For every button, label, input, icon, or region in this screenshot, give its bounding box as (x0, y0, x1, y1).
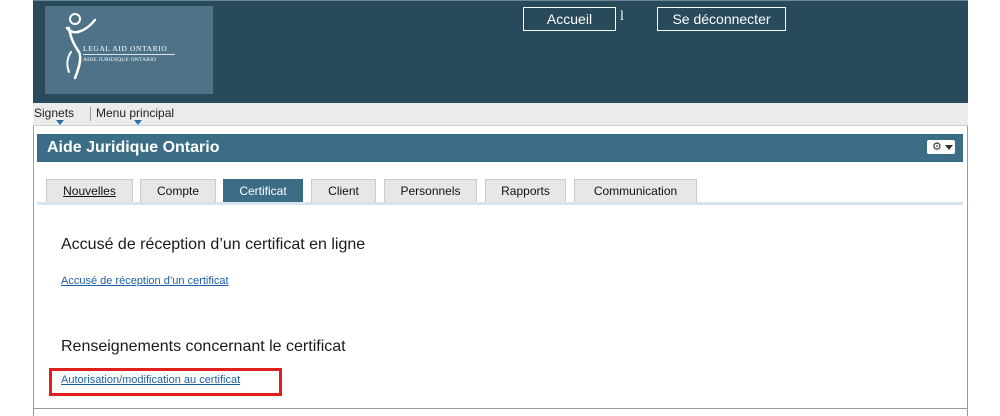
bookmarks-menu[interactable]: Signets (34, 106, 74, 120)
logo-divider (83, 54, 175, 55)
tab-certificat[interactable]: Certificat (223, 179, 303, 202)
tab-label: Client (328, 184, 359, 198)
home-button[interactable]: Accueil (523, 7, 616, 31)
tab-client[interactable]: Client (311, 179, 376, 202)
page-title: Aide Juridique Ontario (47, 139, 220, 156)
tab-bar: Nouvelles Compte Certificat Client Perso… (37, 162, 963, 208)
certificate-content: Accusé de réception d’un certificat en l… (37, 208, 963, 408)
tab-personnels[interactable]: Personnels (384, 179, 477, 202)
tab-rapports[interactable]: Rapports (485, 179, 566, 202)
chevron-down-icon (945, 145, 953, 150)
panel-border-bottom (33, 408, 968, 409)
panel-border-right (967, 126, 968, 416)
logo-name-fr: AIDE JURIDIQUE ONTARIO (83, 57, 157, 63)
tab-label: Compte (156, 184, 200, 198)
logo-name-en: LEGAL AID ONTARIO (83, 44, 168, 53)
page-settings-button[interactable]: ⚙ (927, 140, 955, 154)
site-header: LEGAL AID ONTARIO AIDE JURIDIQUE ONTARIO… (33, 0, 968, 103)
tab-compte[interactable]: Compte (140, 179, 216, 202)
panel-border-left (33, 126, 34, 416)
tab-label: Certificat (239, 184, 287, 198)
tab-communication[interactable]: Communication (574, 179, 697, 202)
section-title-certificate-info: Renseignements concernant le certificat (61, 338, 346, 355)
main-menu-chevron-down-icon[interactable] (134, 120, 142, 125)
tab-label: Communication (593, 184, 678, 198)
main-menu[interactable]: Menu principal (96, 106, 174, 120)
tab-label: Personnels (400, 184, 461, 198)
bookmarks-bar: Signets Menu principal (33, 103, 968, 126)
bookmarks-chevron-down-icon[interactable] (56, 120, 64, 125)
link-certificate-authorization[interactable]: Autorisation/modification au certificat (61, 374, 240, 386)
page-title-bar: Aide Juridique Ontario ⚙ (37, 134, 963, 162)
app-window: LEGAL AID ONTARIO AIDE JURIDIQUE ONTARIO… (0, 0, 1000, 416)
tab-underline (37, 202, 963, 205)
section-title-online-acknowledgement: Accusé de réception d’un certificat en l… (61, 236, 366, 253)
link-certificate-acknowledgement[interactable]: Accusé de réception d’un certificat (61, 275, 229, 287)
legal-aid-logo[interactable]: LEGAL AID ONTARIO AIDE JURIDIQUE ONTARIO (45, 6, 213, 94)
tab-label: Rapports (501, 184, 550, 198)
bookmarks-divider (90, 107, 91, 121)
gear-icon: ⚙ (932, 141, 942, 153)
logout-button[interactable]: Se déconnecter (657, 7, 786, 31)
header-separator: l (620, 9, 624, 24)
tab-nouvelles[interactable]: Nouvelles (46, 179, 133, 202)
tab-label: Nouvelles (63, 184, 116, 198)
